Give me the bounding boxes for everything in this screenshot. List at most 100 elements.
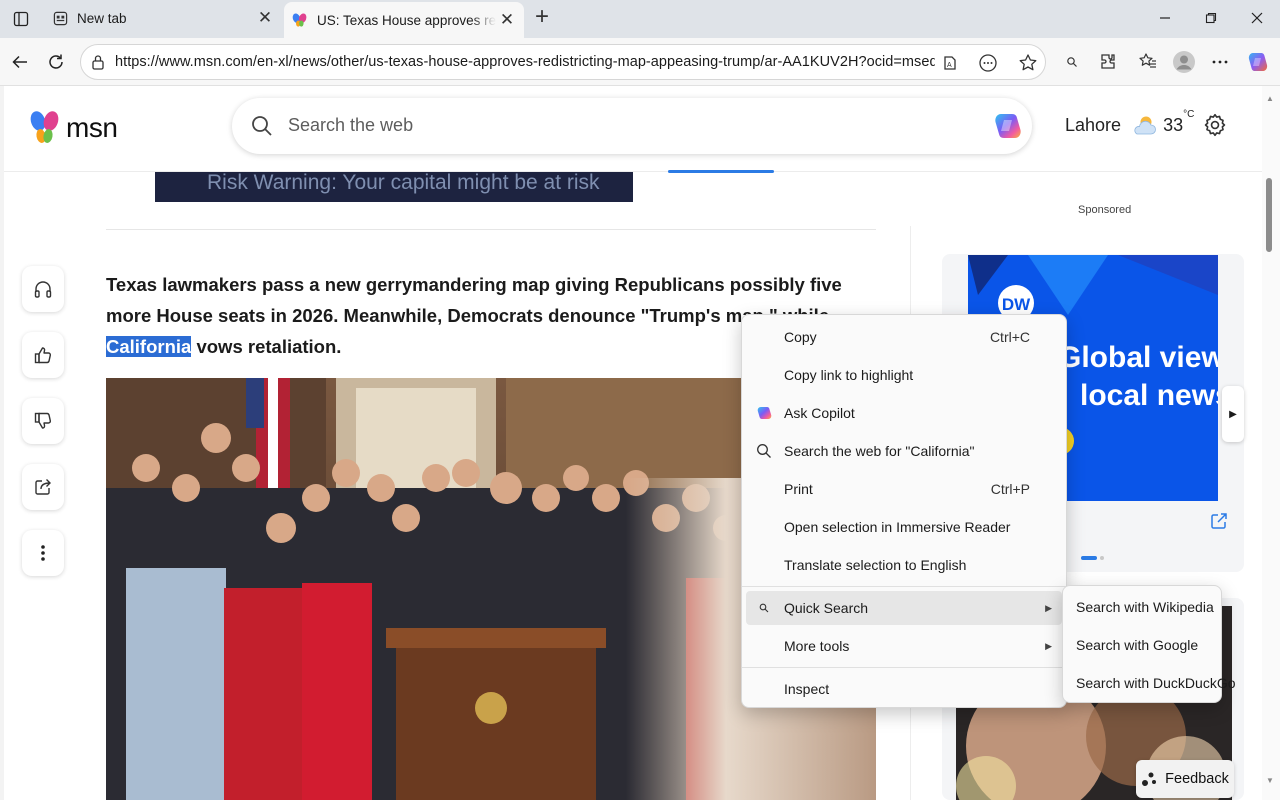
listen-button[interactable] (22, 266, 64, 312)
context-menu: Copy Ctrl+C Copy link to highlight Ask C… (741, 314, 1067, 708)
new-tab-icon (52, 10, 68, 26)
menu-separator (742, 667, 1066, 668)
submenu-arrow-icon: ▶ (1045, 640, 1052, 651)
msn-butterfly-icon (292, 12, 308, 28)
menu-label: Search the web for "California" (784, 443, 975, 459)
weather-widget[interactable]: Lahore 33°C (1065, 109, 1194, 136)
search-small-icon (754, 598, 774, 618)
new-tab-button[interactable]: + (530, 5, 554, 30)
menu-shortcut: Ctrl+C (989, 329, 1030, 345)
carousel-dot[interactable] (1100, 556, 1104, 560)
carousel-next-button[interactable]: ▶ (1222, 386, 1244, 442)
submenu-item-duckduckgo[interactable]: Search with DuckDuckGo (1067, 666, 1236, 700)
copilot-icon (754, 403, 774, 423)
extensions-icon[interactable] (1094, 48, 1122, 76)
tab-article[interactable]: US: Texas House approves redistricting ✕ (284, 2, 524, 38)
favorites-icon[interactable] (1134, 48, 1162, 76)
svg-text:A: A (947, 62, 952, 69)
search-small-icon[interactable] (1058, 48, 1086, 76)
scroll-down-icon[interactable]: ▼ (1266, 776, 1274, 785)
menu-item-quick-search[interactable]: Quick Search ▶ (746, 591, 1062, 625)
close-window-icon[interactable] (1234, 0, 1280, 36)
weather-city: Lahore (1065, 114, 1122, 135)
dislike-button[interactable] (22, 398, 64, 444)
ad-headline-2: local news (1080, 379, 1218, 412)
scrollbar-thumb[interactable] (1266, 178, 1272, 252)
menu-item-translate[interactable]: Translate selection to English (746, 548, 1062, 582)
tab-strip: New tab ✕ US: Texas House approves redis… (0, 0, 1280, 38)
lock-icon[interactable] (89, 53, 107, 71)
msn-logo[interactable]: msn (28, 108, 118, 148)
more-actions-button[interactable] (22, 530, 64, 576)
msn-header: msn Search the web Lahore 33°C (4, 86, 1262, 172)
feedback-button[interactable]: Feedback (1136, 760, 1234, 798)
browser-toolbar: https://www.msn.com/en-xl/news/other/us-… (0, 38, 1280, 86)
ad-button-edge[interactable] (668, 170, 774, 173)
selected-text[interactable]: California (106, 336, 192, 357)
carousel-dot-active[interactable] (1081, 556, 1097, 560)
weather-temp: 33 (1163, 114, 1184, 135)
menu-label: Ask Copilot (784, 405, 855, 421)
search-icon (754, 441, 774, 461)
carousel-dots (1081, 556, 1104, 560)
back-icon[interactable] (6, 48, 34, 76)
refresh-icon[interactable] (42, 48, 70, 76)
submenu-item-wikipedia[interactable]: Search with Wikipedia (1067, 590, 1217, 624)
summary-text-end: vows retaliation. (191, 336, 342, 357)
like-button[interactable] (22, 332, 64, 378)
menu-item-ask-copilot[interactable]: Ask Copilot (746, 396, 1062, 430)
menu-label: Quick Search (784, 600, 869, 616)
menu-label: Print (784, 481, 813, 497)
page-scrollbar[interactable]: ▲ ▼ (1262, 86, 1280, 800)
feedback-icon (1142, 772, 1157, 786)
weather-unit: °C (1183, 108, 1195, 120)
minimize-icon[interactable] (1142, 0, 1188, 36)
menu-item-print[interactable]: Print Ctrl+P (746, 472, 1062, 506)
copilot-icon[interactable] (992, 110, 1024, 142)
web-search-box[interactable]: Search the web (232, 98, 1032, 154)
favorite-star-icon[interactable] (1017, 52, 1039, 74)
settings-more-icon[interactable] (1206, 48, 1234, 76)
menu-item-more-tools[interactable]: More tools ▶ (746, 629, 1062, 663)
tab-title: New tab (77, 10, 127, 26)
submenu-item-google[interactable]: Search with Google (1067, 628, 1217, 662)
menu-item-inspect[interactable]: Inspect (746, 672, 1062, 706)
gear-icon[interactable] (1202, 112, 1228, 138)
menu-item-immersive-reader[interactable]: Open selection in Immersive Reader (746, 510, 1062, 544)
window-controls (1142, 0, 1280, 36)
profile-avatar-icon[interactable] (1170, 48, 1198, 76)
url-text[interactable]: https://www.msn.com/en-xl/news/other/us-… (115, 54, 935, 70)
tab-actions-icon[interactable] (8, 6, 34, 32)
menu-separator (742, 586, 1066, 587)
copilot-icon[interactable] (1244, 48, 1272, 76)
article-actions (22, 266, 64, 596)
menu-label: Copy link to highlight (784, 367, 914, 383)
submenu-arrow-icon: ▶ (1045, 602, 1052, 613)
close-tab-icon[interactable]: ✕ (254, 7, 276, 29)
tab-new-tab[interactable]: New tab ✕ (44, 0, 282, 36)
tab-title: US: Texas House approves redistricting (317, 12, 496, 28)
summary-text: Texas lawmakers pass a new gerrymanderin… (106, 274, 842, 326)
risk-warning-text: Risk Warning: Your capital might be at r… (207, 172, 600, 194)
more-vertical-icon (41, 545, 45, 561)
share-icon (35, 479, 51, 495)
search-placeholder: Search the web (288, 115, 414, 135)
menu-item-copy[interactable]: Copy Ctrl+C (746, 320, 1062, 354)
menu-item-search-web[interactable]: Search the web for "California" (746, 434, 1062, 468)
reading-view-icon[interactable]: A (939, 52, 961, 74)
msn-logo-text: msn (66, 112, 118, 143)
close-tab-icon[interactable]: ✕ (496, 9, 518, 31)
menu-item-copy-link-to-highlight[interactable]: Copy link to highlight (746, 358, 1062, 392)
restore-icon[interactable] (1188, 0, 1234, 36)
risk-warning-ad[interactable]: Risk Warning: Your capital might be at r… (155, 172, 633, 202)
address-bar[interactable]: https://www.msn.com/en-xl/news/other/us-… (80, 44, 1046, 80)
divider (106, 229, 876, 230)
more-options-circle-icon[interactable] (977, 52, 999, 74)
partly-cloudy-icon (1134, 116, 1156, 135)
scroll-up-icon[interactable]: ▲ (1266, 94, 1274, 103)
sponsored-label: Sponsored (1078, 204, 1132, 216)
share-button[interactable] (22, 464, 64, 510)
dw-logo-text: DW (1002, 295, 1031, 314)
external-link-icon[interactable] (1210, 512, 1228, 530)
submenu-label: Search with Google (1076, 637, 1199, 653)
